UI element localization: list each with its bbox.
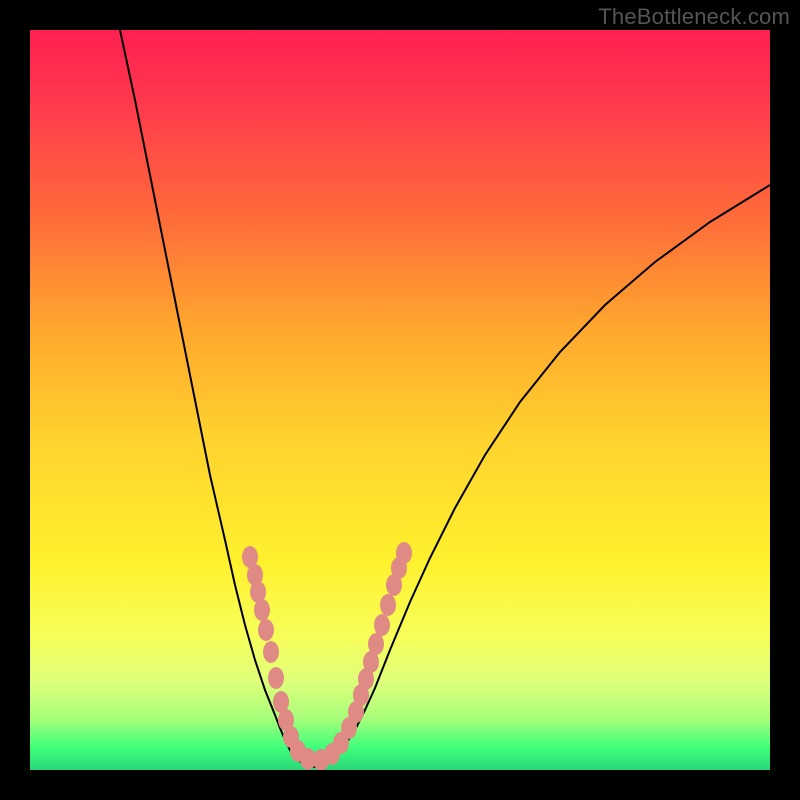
plot-area bbox=[30, 30, 770, 770]
watermark-label: TheBottleneck.com bbox=[598, 4, 790, 30]
data-marker bbox=[263, 641, 279, 663]
data-marker bbox=[396, 542, 412, 564]
data-marker bbox=[374, 614, 390, 636]
data-marker bbox=[258, 619, 274, 641]
curve-svg bbox=[30, 30, 770, 770]
data-marker bbox=[268, 667, 284, 689]
data-marker bbox=[254, 599, 270, 621]
data-marker bbox=[368, 633, 384, 655]
bottleneck-curve bbox=[120, 30, 770, 767]
data-marker bbox=[380, 594, 396, 616]
